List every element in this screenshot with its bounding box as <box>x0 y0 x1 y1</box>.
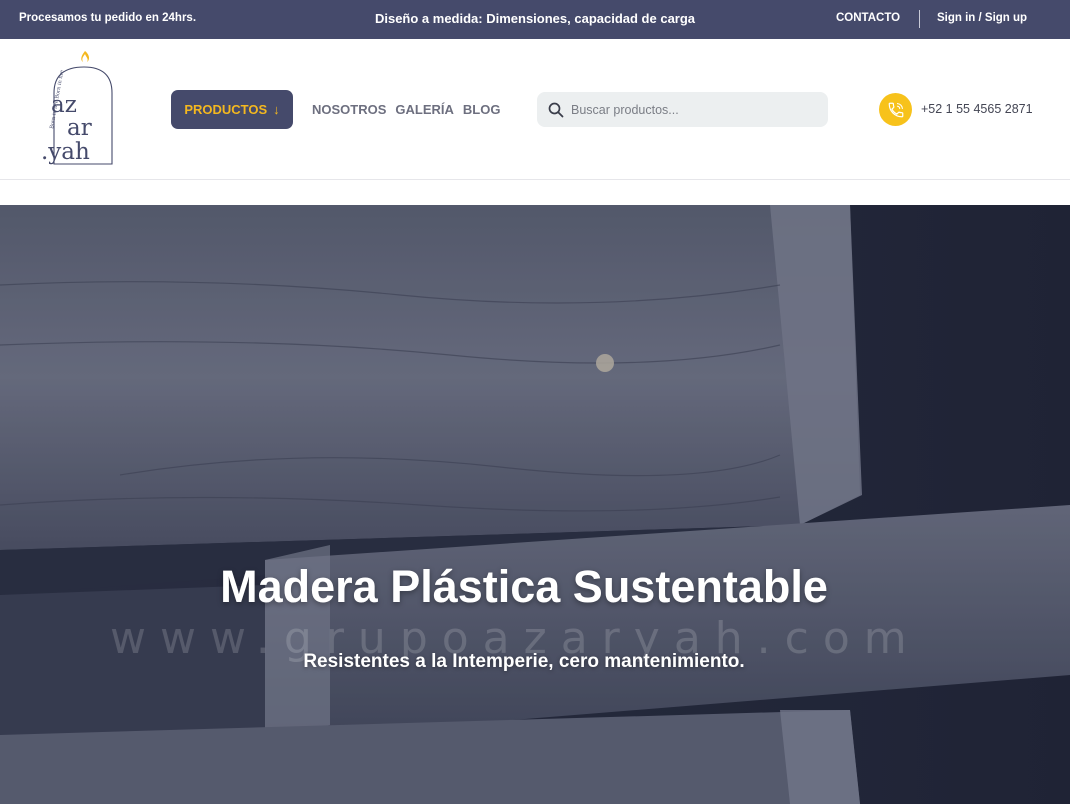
processing-notice: Procesamos tu pedido en 24hrs. <box>19 12 197 24</box>
productos-button[interactable]: PRODUCTOS ↓ <box>171 90 293 129</box>
productos-label: PRODUCTOS <box>184 102 268 117</box>
search-icon[interactable] <box>546 100 566 120</box>
nav-item-nosotros[interactable]: NOSOTROS <box>312 102 386 117</box>
arrow-down-icon: ↓ <box>273 102 280 117</box>
top-bar: Procesamos tu pedido en 24hrs. Diseño a … <box>0 0 1070 39</box>
nav-item-galeria[interactable]: GALERÍA <box>395 102 454 117</box>
phone-icon[interactable] <box>879 93 912 126</box>
hero-title: Madera Plástica Sustentable <box>220 561 828 612</box>
search-input[interactable] <box>571 102 811 117</box>
topbar-divider <box>919 10 920 28</box>
header-spacer <box>0 181 1070 205</box>
site-header: Born in fire Born in fire az ar .yah PRO… <box>0 39 1070 180</box>
contact-link[interactable]: CONTACTO <box>836 12 900 24</box>
main-nav: NOSOTROS GALERÍA BLOG <box>312 102 500 117</box>
search-bar <box>537 92 828 127</box>
logo-line-2: ar <box>67 115 92 141</box>
hero-background-image <box>0 205 1070 804</box>
hero-subtitle: Resistentes a la Intemperie, cero manten… <box>303 651 745 672</box>
logo-line-3: .yah <box>41 139 90 165</box>
nav-item-blog[interactable]: BLOG <box>463 102 501 117</box>
sign-in-link[interactable]: Sign in / Sign up <box>937 12 1027 24</box>
azaryah-logo[interactable]: Born in fire Born in fire az ar .yah <box>40 49 120 171</box>
flame-icon <box>81 51 90 62</box>
phone-number[interactable]: +52 1 55 4565 2871 <box>921 102 1033 116</box>
hero-banner: www.grupoazaryah.com Madera Plástica Sus… <box>0 205 1070 804</box>
